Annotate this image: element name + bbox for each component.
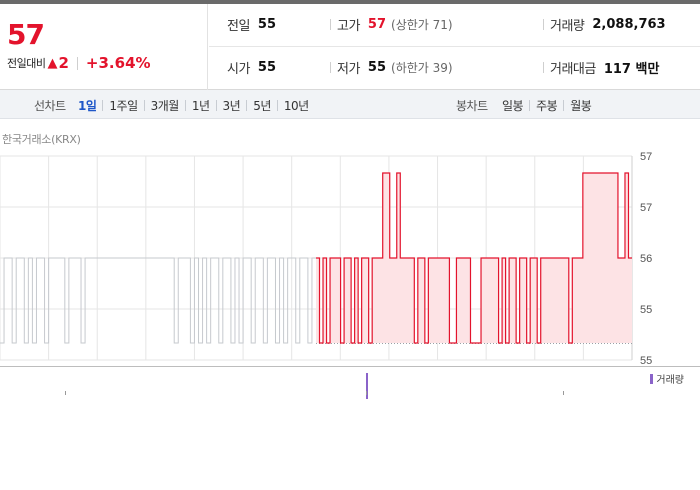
upper-limit: (상한가 71): [391, 17, 453, 32]
y-axis-tick-label: 55: [640, 355, 652, 366]
line-chart-label: 선차트: [34, 99, 66, 113]
lower-limit: (하한가 39): [391, 60, 453, 75]
divider: [543, 62, 544, 73]
high-label: 고가: [337, 18, 360, 34]
divider: [215, 100, 217, 111]
divider: [330, 19, 331, 30]
divider: [330, 62, 331, 73]
open-value: 55: [257, 59, 277, 75]
previous-day-line: [0, 257, 316, 344]
trade-value-value: 117 백만: [603, 61, 660, 77]
candle-chart-tabs: 일봉 주봉 월봉: [502, 97, 592, 114]
up-arrow-icon: ▲: [47, 55, 58, 71]
divider: [246, 100, 248, 111]
y-axis-tick-label: 57: [640, 202, 652, 214]
candle-chart-label: 봉차트: [456, 99, 488, 113]
divider: [76, 56, 78, 70]
price-chart: 57 57 56 55 55: [0, 150, 700, 367]
price-stats: 전일 55 고가 57 (상한가 71) 거래량 2,088,763 시가 55…: [209, 4, 700, 90]
y-axis-tick-label: 57: [640, 151, 652, 163]
trade-value-stat: 거래대금 117 백만: [550, 57, 659, 77]
trade-value-label: 거래대금: [550, 61, 596, 77]
chart-plot: [0, 172, 632, 344]
open-label: 시가: [227, 61, 250, 77]
y-axis-tick-label: 55: [640, 304, 652, 316]
y-axis-tick-label: 56: [640, 253, 652, 265]
tab-5-years[interactable]: 5년: [253, 97, 271, 114]
divider: [184, 100, 186, 111]
price-summary: 57 전일대비 ▲ 2 +3.64% 전일 55 고가 57 (상한가 71) …: [0, 4, 700, 90]
volume-legend-label: 거래량: [656, 375, 684, 386]
divider: [143, 100, 145, 111]
x-axis-tick: [65, 391, 66, 395]
low-label: 저가: [337, 61, 360, 77]
price-chart-svg: 57 57 56 55 55: [0, 151, 652, 367]
prev-close-stat: 전일 55: [227, 14, 276, 34]
low-value: 55: [367, 59, 387, 75]
tab-10-years[interactable]: 10년: [284, 97, 309, 114]
volume-legend-swatch: [650, 373, 654, 384]
tab-3-months[interactable]: 3개월: [151, 97, 180, 114]
volume-bar: [366, 373, 368, 399]
chart-period-bar: 선차트 1일 1주일 3개월 1년 3년 5년 10년 봉차트 일봉 주봉 월봉: [0, 90, 700, 119]
volume-legend: 거래량: [650, 371, 684, 386]
tab-3-years[interactable]: 3년: [223, 97, 241, 114]
tab-weekly-candle[interactable]: 주봉: [536, 97, 558, 114]
divider: [276, 100, 278, 111]
x-axis-tick: [366, 391, 367, 395]
change-row: 전일대비 ▲ 2 +3.64%: [7, 54, 151, 72]
x-axis-tick: [563, 391, 564, 395]
tab-daily-candle[interactable]: 일봉: [502, 97, 524, 114]
tab-1-day[interactable]: 1일: [78, 97, 97, 114]
prev-close-label: 전일: [227, 18, 250, 34]
change-label: 전일대비: [7, 57, 46, 70]
divider: [102, 100, 104, 111]
volume-stat: 거래량 2,088,763: [550, 14, 666, 34]
prev-close-value: 55: [257, 16, 277, 32]
current-price: 57: [7, 18, 45, 51]
tab-1-week[interactable]: 1주일: [109, 97, 138, 114]
low-stat: 저가 55 (하한가 39): [337, 57, 453, 77]
tab-monthly-candle[interactable]: 월봉: [570, 97, 592, 114]
line-chart-tabs: 1일 1주일 3개월 1년 3년 5년 10년: [78, 97, 309, 114]
volume-chart: 거래량: [0, 366, 700, 399]
divider: [543, 19, 544, 30]
y-axis: 57 57 56 55 55: [640, 151, 652, 367]
data-source-label: 한국거래소(KRX): [2, 133, 81, 146]
open-stat: 시가 55: [227, 57, 276, 77]
high-stat: 고가 57 (상한가 71): [337, 14, 453, 34]
volume-value: 2,088,763: [592, 16, 666, 32]
divider: [529, 100, 531, 111]
change-percent: +3.64%: [85, 54, 151, 72]
change-amount: 2: [58, 54, 69, 72]
divider: [209, 46, 700, 47]
divider: [563, 100, 565, 111]
volume-label: 거래량: [550, 18, 585, 34]
high-value: 57: [367, 16, 387, 32]
current-price-box: 57 전일대비 ▲ 2 +3.64%: [0, 4, 208, 90]
tab-1-year[interactable]: 1년: [192, 97, 210, 114]
